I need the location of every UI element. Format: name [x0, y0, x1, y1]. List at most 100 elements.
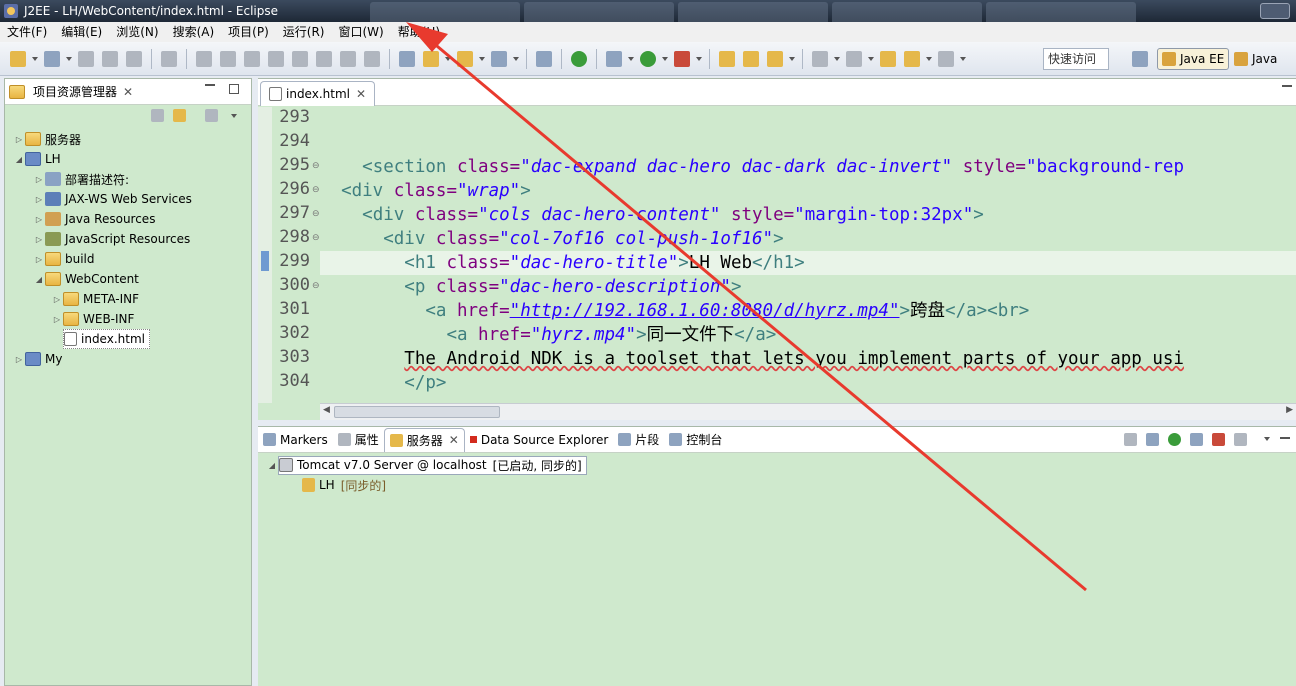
create-annotation-icon[interactable] [457, 50, 473, 67]
fold-icon[interactable]: ⊖ [312, 161, 320, 171]
disconnect-icon[interactable] [268, 50, 284, 67]
tab-snippets[interactable]: 片段 [613, 428, 664, 452]
code-text-area[interactable]: <section class="dac-expand dac-hero dac-… [320, 107, 1296, 403]
tree-item-webcontent[interactable]: ◢ WebContent [33, 269, 139, 289]
view-menu-icon[interactable] [1264, 437, 1270, 441]
task-list-icon[interactable] [399, 50, 415, 67]
dropdown-icon[interactable] [868, 56, 874, 61]
tree-item-deployment-descriptor[interactable]: ▷ 部署描述符: [33, 169, 129, 189]
close-icon[interactable]: ✕ [356, 87, 366, 101]
project-explorer-tab[interactable]: 项目资源管理器 ✕ [5, 79, 251, 105]
drop-to-frame-icon[interactable] [364, 50, 380, 67]
collapse-icon[interactable] [1124, 433, 1137, 446]
dropdown-icon[interactable] [445, 56, 451, 61]
suspend-icon[interactable] [220, 50, 236, 67]
tree-item-build[interactable]: ▷ build [33, 249, 95, 269]
fold-icon[interactable]: ⊖ [312, 233, 320, 243]
open-perspective-icon[interactable] [1132, 51, 1148, 67]
new-dropdown-icon[interactable] [32, 56, 38, 61]
dropdown-icon[interactable] [834, 56, 840, 61]
window-control-button[interactable] [1260, 3, 1290, 19]
debug-server-icon[interactable] [1146, 433, 1159, 446]
collapse-all-icon[interactable] [151, 109, 164, 122]
scroll-left-icon[interactable]: ◀ [323, 405, 330, 415]
save-icon[interactable] [78, 50, 94, 67]
pencil-icon[interactable] [767, 50, 783, 67]
minimize-icon[interactable] [1280, 437, 1290, 439]
step-return-icon[interactable] [340, 50, 356, 67]
next-annotation-icon[interactable] [812, 50, 828, 67]
view-menu-icon[interactable] [231, 114, 237, 118]
step-into-icon[interactable] [292, 50, 308, 67]
horizontal-scrollbar[interactable]: ◀ ▶ [320, 403, 1296, 420]
menu-file[interactable]: 文件(F) [0, 22, 54, 42]
menu-edit[interactable]: 编辑(E) [54, 22, 109, 42]
prev-annotation-icon[interactable] [846, 50, 862, 67]
tree-item-java-resources[interactable]: ▷ Java Resources [33, 209, 155, 229]
open-type-icon[interactable] [719, 50, 735, 67]
dropdown-icon[interactable] [66, 56, 72, 61]
minimize-icon[interactable] [205, 84, 215, 94]
new-icon[interactable] [10, 50, 26, 67]
publish-icon[interactable] [1234, 433, 1247, 446]
perspective-java-button[interactable]: Java [1234, 48, 1277, 70]
open-folder-icon[interactable] [743, 50, 759, 67]
perspective-javaee-button[interactable]: Java EE [1157, 48, 1229, 70]
run-icon[interactable] [640, 50, 656, 67]
scroll-thumb[interactable] [334, 406, 500, 418]
dropdown-icon[interactable] [789, 56, 795, 61]
maximize-icon[interactable] [229, 84, 239, 94]
step-over-icon[interactable] [316, 50, 332, 67]
minimize-icon[interactable] [1282, 85, 1292, 87]
dropdown-icon[interactable] [696, 56, 702, 61]
new-project-icon[interactable] [44, 50, 60, 67]
terminate-icon[interactable] [244, 50, 260, 67]
dropdown-icon[interactable] [513, 56, 519, 61]
server-icon[interactable] [423, 50, 439, 67]
stop-server-icon[interactable] [1212, 433, 1225, 446]
web-service-icon[interactable] [491, 50, 507, 67]
globe-icon[interactable] [536, 50, 552, 67]
menu-navigate[interactable]: 浏览(N) [109, 22, 165, 42]
server-tree-item[interactable]: ◢ Tomcat v7.0 Server @ localhost [已启动, 同… [266, 455, 587, 475]
skip-breakpoints-icon[interactable] [161, 50, 177, 67]
close-icon[interactable]: ✕ [123, 85, 133, 99]
tree-item-web-inf[interactable]: ▷ WEB-INF [51, 309, 134, 329]
quick-access-input[interactable]: 快速访问 [1043, 48, 1109, 70]
menu-search[interactable]: 搜索(A) [166, 22, 222, 42]
tree-item-meta-inf[interactable]: ▷ META-INF [51, 289, 139, 309]
tree-item-jaxws[interactable]: ▷ JAX-WS Web Services [33, 189, 192, 209]
editor-tab-index-html[interactable]: index.html ✕ [260, 81, 376, 106]
dropdown-icon[interactable] [662, 56, 668, 61]
dropdown-icon[interactable] [628, 56, 634, 61]
scroll-right-icon[interactable]: ▶ [1286, 405, 1293, 415]
dropdown-icon[interactable] [960, 56, 966, 61]
last-edit-icon[interactable] [880, 50, 896, 67]
tab-data-source-explorer[interactable]: Data Source Explorer [465, 428, 613, 452]
tab-properties[interactable]: 属性 [333, 428, 384, 452]
resume-icon[interactable] [196, 50, 212, 67]
filters-icon[interactable] [205, 109, 218, 122]
fold-icon[interactable]: ⊖ [312, 209, 320, 219]
save-all-icon[interactable] [102, 50, 118, 67]
tree-item-lh[interactable]: ◢ LH [13, 149, 61, 169]
dropdown-icon[interactable] [926, 56, 932, 61]
tree-item-index-html[interactable]: index.html [63, 329, 150, 349]
tree-item-my[interactable]: ▷ My [13, 349, 62, 369]
tab-markers[interactable]: Markers [258, 428, 333, 452]
tab-console[interactable]: 控制台 [664, 428, 727, 452]
menu-window[interactable]: 窗口(W) [331, 22, 390, 42]
fold-icon[interactable]: ⊖ [312, 185, 320, 195]
server-row[interactable]: Tomcat v7.0 Server @ localhost [已启动, 同步的… [278, 455, 587, 475]
external-tools-icon[interactable] [674, 50, 690, 67]
menu-run[interactable]: 运行(R) [276, 22, 332, 42]
tab-servers[interactable]: 服务器 ✕ [383, 427, 465, 452]
start-server-icon[interactable] [1168, 433, 1181, 446]
fold-icon[interactable]: ⊖ [312, 281, 320, 291]
dropdown-icon[interactable] [479, 56, 485, 61]
server-module-item[interactable]: LH [同步的] [302, 475, 386, 495]
menu-help[interactable]: 帮助(H) [391, 22, 447, 42]
close-icon[interactable]: ✕ [449, 433, 459, 447]
link-with-editor-icon[interactable] [173, 109, 186, 122]
tree-item-servers[interactable]: ▷ 服务器 [13, 129, 81, 149]
